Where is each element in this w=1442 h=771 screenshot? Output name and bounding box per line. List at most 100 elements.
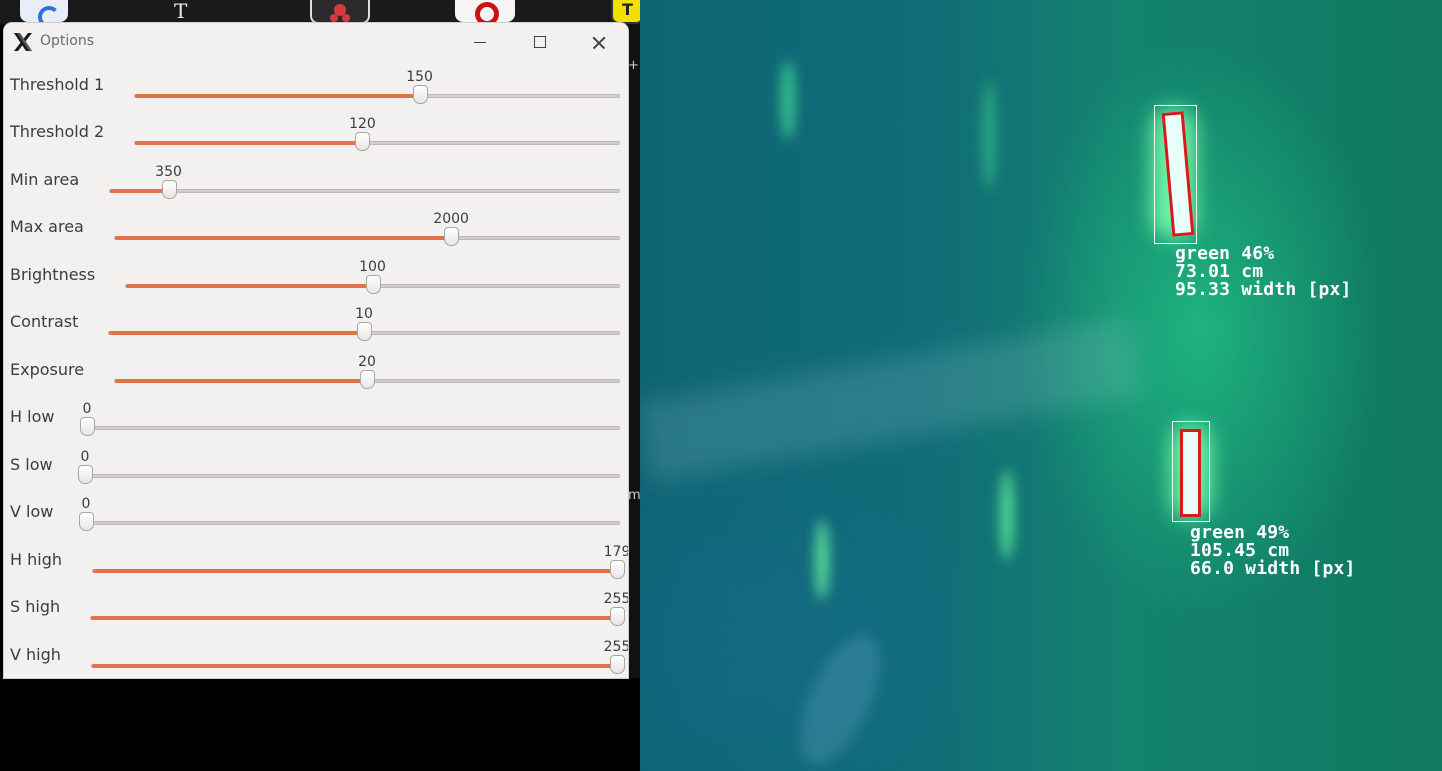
close-button[interactable] [578, 27, 618, 59]
slider-value: 179 [603, 544, 628, 560]
slider-track[interactable]: 179 [92, 544, 628, 579]
slider-value: 10 [355, 306, 373, 322]
typora-app-icon[interactable]: T [170, 0, 214, 22]
slider-thumb[interactable] [610, 655, 625, 674]
slider-label: V high [10, 645, 61, 664]
browser-app-icon[interactable] [20, 0, 68, 28]
slider-value: 255 [603, 639, 628, 655]
slider-label: Threshold 1 [10, 75, 105, 94]
slider-label: V low [10, 502, 54, 521]
slider-thumb[interactable] [412, 85, 428, 104]
slider-value: 120 [349, 116, 376, 132]
slider-label: H high [10, 550, 62, 569]
slider-label: S high [10, 597, 61, 616]
detection-label: green 46% 73.01 cm 95.33 width [px] [1175, 245, 1352, 299]
slider-row-min-area: Min area 350 [4, 156, 628, 203]
slider-track[interactable]: 20 [114, 354, 620, 389]
slider-fill [115, 379, 367, 383]
side-m-glyph: m [628, 488, 641, 503]
light-streak [780, 60, 796, 140]
slider-fill [135, 141, 363, 145]
slider-thumb[interactable] [610, 607, 625, 626]
slider-thumb[interactable] [79, 512, 94, 531]
slider-track[interactable]: 255 [91, 639, 628, 674]
slider-track[interactable]: 255 [90, 591, 628, 626]
slider-label: Exposure [10, 360, 85, 379]
slider-label: H low [10, 407, 55, 426]
slider-value: 150 [406, 69, 433, 85]
slider-row-threshold-2: Threshold 2 120 [4, 108, 628, 155]
slider-track[interactable]: 0 [78, 449, 620, 484]
minimize-button[interactable] [460, 27, 500, 59]
slider-thumb[interactable] [360, 370, 375, 389]
slider-thumb[interactable] [80, 417, 95, 436]
slider-row-s-high: S high 255 [4, 583, 628, 630]
slider-row-max-area: Max area 2000 [4, 203, 628, 250]
slider-label: Brightness [10, 265, 96, 284]
slider-track[interactable]: 120 [134, 116, 620, 151]
window-titlebar[interactable]: Options [4, 23, 628, 61]
light-streak [815, 520, 829, 600]
slider-value: 2000 [433, 211, 469, 227]
light-streak [982, 80, 996, 190]
detection-width-line: 95.33 width [px] [1175, 279, 1352, 300]
light-streak [1000, 470, 1014, 560]
slider-row-h-low: H low 0 [4, 393, 628, 440]
slider-track[interactable]: 2000 [114, 211, 620, 246]
slider-fill [109, 331, 364, 335]
slider-label: Min area [10, 170, 80, 189]
slider-row-threshold-1: Threshold 1 150 [4, 61, 628, 108]
slider-value: 100 [359, 259, 386, 275]
slider-fill [110, 189, 169, 193]
slider-value: 0 [81, 496, 91, 512]
detection-width-line: 66.0 width [px] [1190, 558, 1356, 579]
slider-value: 350 [155, 164, 182, 180]
slider-thumb[interactable] [357, 322, 372, 341]
slider-fill [93, 569, 617, 573]
slider-fill [92, 664, 617, 668]
slider-track[interactable]: 150 [134, 69, 620, 104]
slider-label: S low [10, 455, 53, 474]
slider-track[interactable]: 10 [108, 306, 620, 341]
camera-view: green 46% 73.01 cm 95.33 width [px] gree… [640, 0, 1442, 771]
terminal-edge [628, 24, 640, 771]
slider-row-s-low: S low 0 [4, 441, 628, 488]
slider-track[interactable]: 0 [79, 496, 620, 531]
slider-thumb[interactable] [610, 560, 625, 579]
slider-value: 0 [80, 449, 90, 465]
slider-thumb[interactable] [78, 465, 93, 484]
slider-value: 20 [358, 354, 376, 370]
maximize-button[interactable] [520, 27, 560, 59]
desktop-background [0, 678, 640, 771]
app-dots-icon[interactable] [310, 0, 370, 24]
slider-track[interactable]: 0 [80, 401, 620, 436]
slider-label: Max area [10, 217, 84, 236]
slider-label: Threshold 2 [10, 122, 105, 141]
slider-fill [91, 616, 617, 620]
slider-row-v-high: V high 255 [4, 631, 628, 678]
detection-label: green 49% 105.45 cm 66.0 width [px] [1190, 524, 1356, 578]
slider-value: 0 [82, 401, 92, 417]
slider-fill [115, 236, 452, 240]
slider-thumb[interactable] [365, 275, 381, 294]
slider-track[interactable]: 350 [109, 164, 620, 199]
slider-row-v-low: V low 0 [4, 488, 628, 535]
slider-row-exposure: Exposure 20 [4, 346, 628, 393]
slider-row-contrast: Contrast 10 [4, 298, 628, 345]
slider-thumb[interactable] [444, 227, 460, 246]
x11-app-icon [14, 33, 32, 51]
desktop-taskbar: T T [0, 0, 644, 28]
slider-fill [135, 94, 420, 98]
slider-thumb[interactable] [161, 180, 177, 199]
slider-thumb[interactable] [355, 132, 371, 151]
slider-label: Contrast [10, 312, 79, 331]
slider-fill [126, 284, 373, 288]
options-window: Options Threshold 1 150 Threshold 2 120 … [4, 23, 628, 678]
slider-row-h-high: H high 179 [4, 536, 628, 583]
slider-track[interactable]: 100 [125, 259, 620, 294]
slider-value: 255 [603, 591, 628, 607]
light-streak [783, 623, 897, 771]
slider-row-brightness: Brightness 100 [4, 251, 628, 298]
side-plus-glyph: + [628, 58, 639, 73]
record-app-icon[interactable] [455, 0, 515, 26]
